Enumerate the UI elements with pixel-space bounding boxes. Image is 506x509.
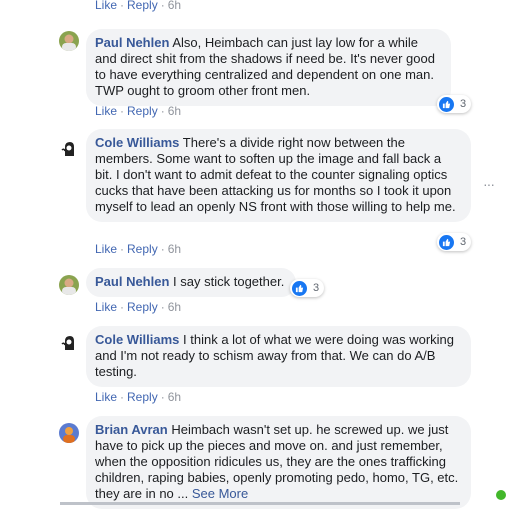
- reply-link[interactable]: Reply: [127, 104, 158, 118]
- like-reaction-icon: [292, 280, 307, 296]
- like-link[interactable]: Like: [95, 300, 117, 314]
- avatar-cole[interactable]: [59, 333, 79, 353]
- avatar-paul[interactable]: [59, 275, 79, 295]
- timestamp[interactable]: 6h: [168, 0, 181, 12]
- comment-text: I say stick together.: [173, 274, 285, 289]
- reaction-number: 3: [313, 282, 320, 294]
- comment-author[interactable]: Paul Nehlen: [95, 35, 169, 50]
- separator: ·: [120, 300, 125, 314]
- more-options-icon[interactable]: ···: [483, 176, 495, 192]
- reply-link[interactable]: Reply: [127, 242, 158, 256]
- separator: ·: [120, 0, 125, 12]
- reaction-count[interactable]: 3: [437, 95, 472, 113]
- timestamp[interactable]: 6h: [168, 300, 181, 314]
- comment-bubble: Brian Avran Heimbach wasn't set up. he s…: [86, 416, 471, 509]
- reaction-count[interactable]: 3: [290, 279, 325, 297]
- comment-actions: Like · Reply · 6h: [95, 104, 181, 118]
- avatar-cole[interactable]: [59, 139, 79, 159]
- reply-link[interactable]: Reply: [127, 300, 158, 314]
- comment-author[interactable]: Paul Nehlen: [95, 274, 169, 289]
- separator: ·: [120, 390, 125, 404]
- comment-author[interactable]: Brian Avran: [95, 422, 168, 437]
- comment-author[interactable]: Cole Williams: [95, 332, 179, 347]
- online-status-icon: [496, 490, 506, 500]
- separator: ·: [160, 0, 165, 12]
- timestamp[interactable]: 6h: [168, 390, 181, 404]
- comment-bubble: Cole Williams I think a lot of what we w…: [86, 326, 471, 387]
- like-link[interactable]: Like: [95, 104, 117, 118]
- like-link[interactable]: Like: [95, 0, 117, 12]
- reaction-count[interactable]: 3: [437, 233, 472, 251]
- separator: ·: [160, 242, 165, 256]
- comment-bubble: Paul Nehlen Also, Heimbach can just lay …: [86, 29, 451, 106]
- timestamp[interactable]: 6h: [168, 242, 181, 256]
- comment-actions: Like · Reply · 6h: [95, 300, 181, 314]
- comment-bubble: Paul Nehlen I say stick together.: [86, 268, 297, 297]
- like-link[interactable]: Like: [95, 390, 117, 404]
- like-reaction-icon: [439, 234, 454, 250]
- separator: ·: [120, 104, 125, 118]
- avatar-brian[interactable]: [59, 423, 79, 443]
- timestamp[interactable]: 6h: [168, 104, 181, 118]
- separator: ·: [160, 104, 165, 118]
- comment-actions: Like · Reply · 6h: [95, 242, 181, 256]
- separator: ·: [160, 390, 165, 404]
- avatar-paul[interactable]: [59, 31, 79, 51]
- reply-link[interactable]: Reply: [127, 390, 158, 404]
- comment-actions: Like · Reply · 6h: [95, 390, 181, 404]
- like-link[interactable]: Like: [95, 242, 117, 256]
- reaction-number: 3: [460, 98, 467, 110]
- separator: ·: [160, 300, 165, 314]
- like-reaction-icon: [439, 96, 454, 112]
- comment-author[interactable]: Cole Williams: [95, 135, 179, 150]
- reply-link[interactable]: Reply: [127, 0, 158, 12]
- see-more-link[interactable]: See More: [192, 486, 248, 501]
- separator: ·: [120, 242, 125, 256]
- reaction-number: 3: [460, 236, 467, 248]
- comment-bubble: Cole Williams There's a divide right now…: [86, 129, 471, 222]
- comment-actions-top: Like · Reply · 6h: [95, 0, 181, 12]
